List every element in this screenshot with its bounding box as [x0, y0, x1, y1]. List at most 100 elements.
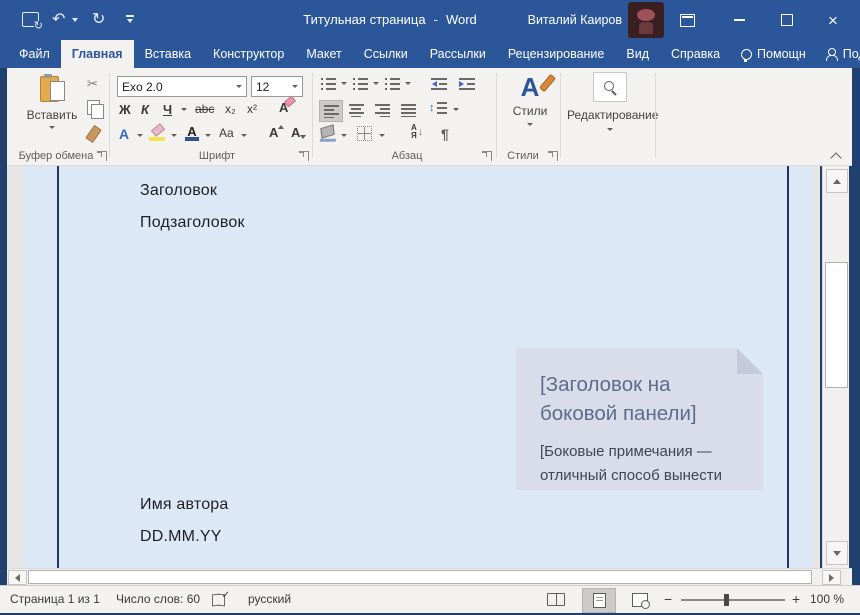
vertical-scrollbar[interactable]: [822, 166, 849, 568]
subscript-button[interactable]: x₂: [225, 102, 236, 116]
change-case-dropdown[interactable]: [239, 134, 247, 137]
date-field[interactable]: DD.MM.YY: [140, 528, 222, 546]
sidebar-panel[interactable]: [Заголовок на боковой панели] [Боковые п…: [516, 348, 763, 490]
align-left-button[interactable]: [319, 100, 343, 122]
multilevel-dropdown[interactable]: [403, 82, 411, 85]
scroll-down-button[interactable]: [826, 541, 848, 565]
text-effects-dropdown[interactable]: [135, 134, 143, 137]
maximize-button[interactable]: [766, 0, 808, 40]
undo-dropdown[interactable]: [72, 18, 78, 22]
web-layout-button[interactable]: [624, 588, 656, 611]
align-center-button[interactable]: [345, 100, 367, 120]
customize-quick-access-button[interactable]: [126, 15, 134, 23]
line-spacing-dropdown[interactable]: [451, 108, 459, 111]
bullets-button[interactable]: [321, 78, 336, 90]
tab-references[interactable]: Ссылки: [353, 40, 419, 68]
share-button[interactable]: Поделиться: [816, 40, 860, 68]
shading-dropdown[interactable]: [339, 134, 347, 137]
bold-button[interactable]: Ж: [119, 102, 131, 117]
increase-indent-button[interactable]: [459, 78, 475, 90]
minimize-button[interactable]: [718, 0, 760, 40]
zoom-out-button[interactable]: −: [664, 591, 672, 607]
zoom-slider-thumb[interactable]: [724, 594, 729, 606]
styles-dialog-launcher[interactable]: [548, 151, 558, 161]
underline-dropdown[interactable]: [179, 108, 187, 111]
tab-design[interactable]: Конструктор: [202, 40, 295, 68]
scroll-left-button[interactable]: [8, 570, 27, 585]
highlight-dropdown[interactable]: [169, 134, 177, 137]
shading-button[interactable]: [321, 126, 334, 137]
format-painter-button[interactable]: [89, 126, 98, 142]
horizontal-scrollbar[interactable]: [7, 568, 852, 585]
scroll-up-button[interactable]: [826, 169, 848, 193]
italic-button[interactable]: К: [141, 102, 149, 117]
font-dialog-launcher[interactable]: [299, 151, 309, 161]
font-name-combobox[interactable]: Exo 2.0: [117, 76, 247, 97]
zoom-slider-track[interactable]: [681, 599, 785, 601]
copy-button[interactable]: [87, 100, 100, 115]
font-size-combobox[interactable]: 12: [251, 76, 303, 97]
title-field[interactable]: Заголовок: [140, 182, 217, 200]
sort-button[interactable]: АЯ ↓: [411, 124, 423, 140]
underline-button[interactable]: Ч: [163, 102, 172, 117]
justify-button[interactable]: [397, 100, 419, 120]
vertical-scroll-thumb[interactable]: [825, 262, 848, 388]
zoom-level[interactable]: 100 %: [810, 592, 844, 606]
document-viewport[interactable]: Заголовок Подзаголовок [Заголовок на бок…: [7, 166, 820, 568]
grow-font-button[interactable]: А: [269, 125, 278, 140]
tab-review[interactable]: Рецензирование: [497, 40, 616, 68]
scroll-right-button[interactable]: [822, 570, 841, 585]
numbering-button[interactable]: [353, 78, 368, 90]
proofing-status[interactable]: ✓: [212, 593, 228, 605]
redo-button[interactable]: ↻: [92, 9, 105, 31]
sidebar-note[interactable]: [Боковые примечания — отличный способ вы…: [540, 440, 755, 488]
align-right-button[interactable]: [371, 100, 393, 120]
superscript-button[interactable]: x²: [247, 102, 257, 116]
zoom-in-button[interactable]: +: [792, 591, 800, 607]
document-page[interactable]: Заголовок Подзаголовок [Заголовок на бок…: [23, 166, 813, 568]
author-field[interactable]: Имя автора: [140, 496, 229, 514]
borders-dropdown[interactable]: [377, 134, 385, 137]
sidebar-heading[interactable]: [Заголовок на боковой панели]: [540, 370, 748, 428]
borders-button[interactable]: [357, 126, 372, 141]
strikethrough-button[interactable]: abc: [195, 102, 214, 116]
close-button[interactable]: ×: [812, 0, 854, 40]
tab-insert[interactable]: Вставка: [134, 40, 202, 68]
user-avatar[interactable]: [628, 2, 664, 38]
editing-button[interactable]: Редактирование: [567, 70, 653, 162]
read-mode-button[interactable]: [540, 588, 572, 611]
word-count[interactable]: Число слов: 60: [116, 592, 200, 606]
font-color-button[interactable]: А: [185, 124, 199, 140]
page-indicator[interactable]: Страница 1 из 1: [10, 592, 100, 606]
paste-button[interactable]: Вставить: [21, 74, 83, 160]
language-indicator[interactable]: русский: [248, 592, 291, 606]
shrink-font-button[interactable]: А: [291, 125, 300, 140]
tell-me-assistant[interactable]: Помощн: [731, 40, 816, 68]
tab-help[interactable]: Справка: [660, 40, 731, 68]
line-spacing-button[interactable]: ↕: [429, 102, 447, 115]
signed-in-user[interactable]: Виталий Каиров: [528, 13, 622, 27]
paragraph-dialog-launcher[interactable]: [482, 151, 492, 161]
tab-home[interactable]: Главная: [61, 40, 134, 68]
autosave-button[interactable]: ↻: [22, 12, 39, 27]
font-color-dropdown[interactable]: [203, 134, 211, 137]
multilevel-list-button[interactable]: [385, 78, 400, 90]
change-case-button[interactable]: Aa: [219, 126, 234, 140]
cut-button[interactable]: ✂: [87, 76, 98, 92]
horizontal-scroll-thumb[interactable]: [28, 570, 812, 584]
tab-mailings[interactable]: Рассылки: [419, 40, 497, 68]
show-formatting-marks-button[interactable]: ¶: [441, 126, 449, 142]
numbering-dropdown[interactable]: [371, 82, 379, 85]
undo-button[interactable]: ↶: [52, 9, 65, 31]
tab-view[interactable]: Вид: [615, 40, 660, 68]
subtitle-field[interactable]: Подзаголовок: [140, 214, 245, 232]
highlight-color-button[interactable]: [149, 126, 166, 141]
print-layout-button[interactable]: [582, 588, 616, 613]
tab-layout[interactable]: Макет: [295, 40, 352, 68]
bullets-dropdown[interactable]: [339, 82, 347, 85]
clear-formatting-button[interactable]: А: [279, 100, 288, 115]
ribbon-display-options-button[interactable]: [666, 0, 708, 40]
styles-button[interactable]: А Стили: [504, 72, 556, 160]
tab-file[interactable]: Файл: [8, 40, 61, 68]
clipboard-dialog-launcher[interactable]: [97, 151, 107, 161]
